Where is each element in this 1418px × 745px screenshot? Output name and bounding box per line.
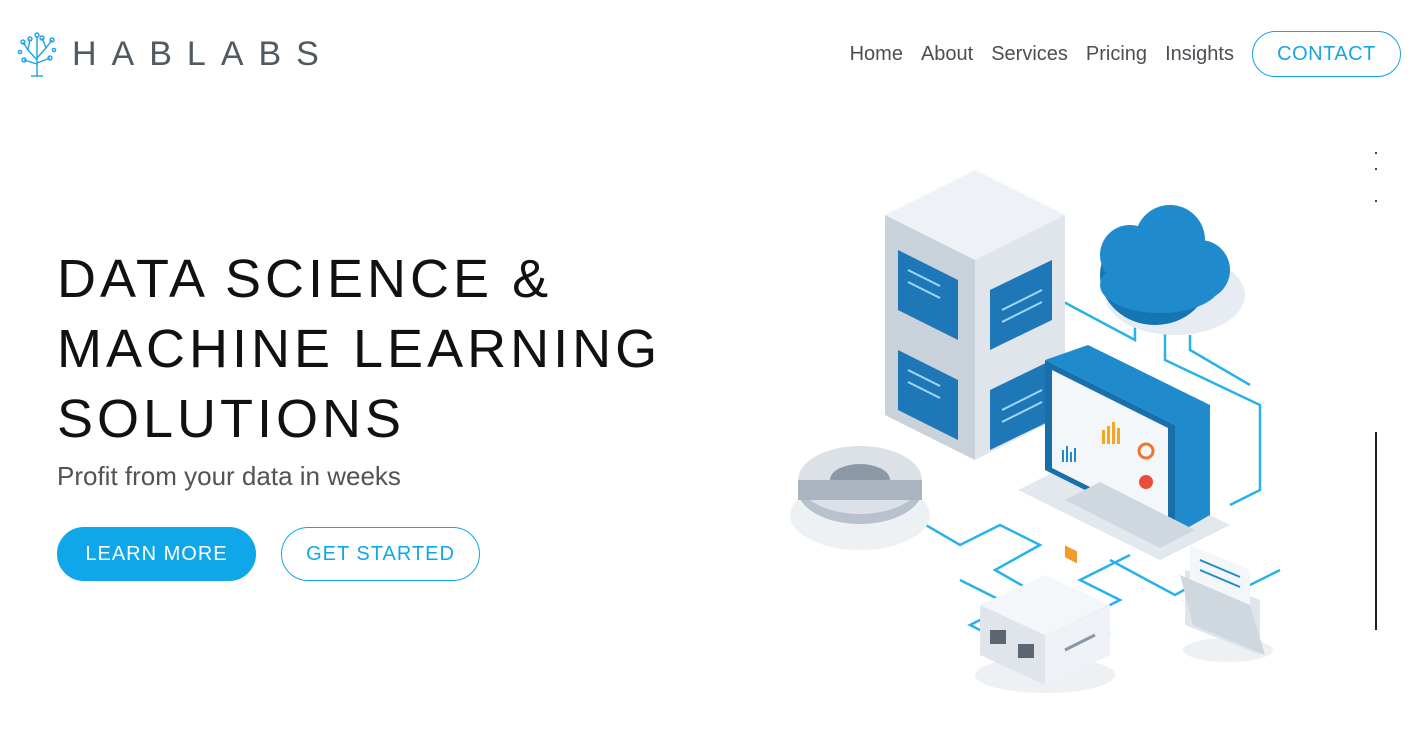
gear-icon: [790, 446, 930, 550]
hero-title-line: DATA SCIENCE &: [57, 249, 553, 309]
hero-title-line: SOLUTIONS: [57, 389, 406, 449]
scroll-marker: [1375, 200, 1377, 202]
nav-pricing[interactable]: Pricing: [1086, 43, 1147, 66]
brand-name: HABLABS: [72, 34, 334, 73]
get-started-button[interactable]: GET STARTED: [281, 527, 480, 581]
server-rack-icon: [885, 170, 1065, 460]
folder-icon: [1180, 545, 1273, 662]
brand-logo[interactable]: HABLABS: [16, 30, 334, 78]
hero-subtitle: Profit from your data in weeks: [57, 461, 401, 491]
nav-home[interactable]: Home: [850, 43, 903, 66]
scroll-marker: [1375, 168, 1377, 170]
laptop-dashboard-icon: [1018, 345, 1230, 564]
landing-page: HABLABS Home About Services Pricing Insi…: [0, 0, 1418, 745]
nav-insights[interactable]: Insights: [1165, 43, 1234, 66]
scroll-marker: [1375, 152, 1377, 154]
hero-title: DATA SCIENCE & MACHINE LEARNING SOLUTION…: [57, 244, 661, 454]
main-nav: Home About Services Pricing Insights CON…: [850, 30, 1401, 78]
learn-more-button[interactable]: LEARN MORE: [57, 527, 256, 581]
cloud-icon: [1100, 205, 1245, 335]
tree-logo-icon: [17, 32, 57, 77]
hero-illustration: [790, 170, 1281, 693]
contact-button[interactable]: CONTACT: [1252, 31, 1401, 77]
nav-services[interactable]: Services: [991, 43, 1068, 66]
hero-title-line: MACHINE LEARNING: [57, 319, 662, 379]
storage-box-icon: [975, 575, 1115, 693]
vertical-scrollbar[interactable]: [1375, 432, 1377, 630]
nav-about[interactable]: About: [921, 43, 973, 66]
